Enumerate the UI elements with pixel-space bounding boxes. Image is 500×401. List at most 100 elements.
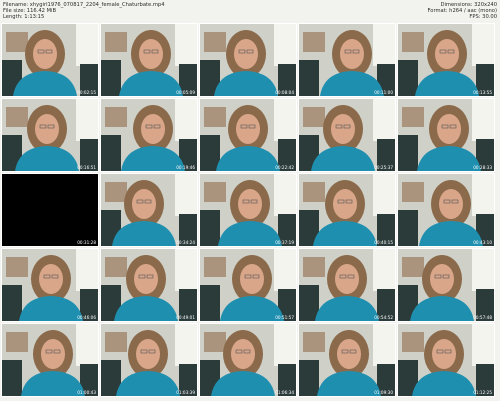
video-frame-thumbnail[interactable]: 00:28:33 [397,98,495,172]
shelf [105,182,127,202]
frame-image [200,99,296,171]
window-light [76,324,98,366]
video-frame-thumbnail[interactable]: 00:57:48 [397,248,495,322]
shelf [204,332,226,352]
frame-image [101,174,197,246]
video-frame-thumbnail[interactable]: 00:40:15 [298,173,396,247]
thumbnail-grid: 00:02:15 00:05:09 00:08:04 00:11:00 00:13:55… [1,23,499,400]
shelf [303,257,325,277]
frame-image [398,249,494,321]
face [340,39,364,69]
face [236,114,260,144]
video-frame-thumbnail[interactable]: 01:00:43 [1,323,99,397]
window-light [373,24,395,66]
frame-image [299,99,395,171]
window-light [175,174,197,216]
frame-timestamp: 01:09:30 [374,390,393,395]
video-frame-thumbnail[interactable]: 00:02:15 [1,23,99,97]
face [136,339,160,369]
video-frame-thumbnail[interactable]: 00:11:00 [298,23,396,97]
window-light [373,324,395,366]
shelf [105,257,127,277]
chair-left [2,285,22,321]
chair-left [299,360,319,396]
video-frame-thumbnail[interactable]: 01:09:30 [298,323,396,397]
chair-left [101,60,121,96]
video-frame-thumbnail[interactable]: 00:46:06 [1,248,99,322]
video-frame-thumbnail[interactable]: 00:16:51 [1,98,99,172]
face [134,264,158,294]
window-light [76,99,98,141]
shelf [105,32,127,52]
video-frame-thumbnail[interactable]: 00:49:01 [100,248,198,322]
frame-timestamp: 00:08:04 [275,90,294,95]
frame-timestamp: 00:28:33 [473,165,492,170]
shelf [6,257,28,277]
frame-timestamp: 00:34:24 [176,240,195,245]
face [41,339,65,369]
frame-image [101,24,197,96]
video-frame-thumbnail[interactable]: 01:03:39 [100,323,198,397]
video-frame-thumbnail[interactable]: 00:08:04 [199,23,297,97]
chair-left [101,135,121,171]
shelf [105,332,127,352]
video-frame-thumbnail[interactable]: 01:06:34 [199,323,297,397]
chair-left [200,285,220,321]
shelf [303,332,325,352]
frame-timestamp: 01:06:34 [275,390,294,395]
frame-image [2,324,98,396]
video-frame-thumbnail[interactable]: 00:13:55 [397,23,495,97]
video-frame-thumbnail[interactable]: 00:25:37 [298,98,396,172]
window-light [274,249,296,291]
frame-image [200,249,296,321]
chair-left [398,210,418,246]
frame-image [299,324,395,396]
file-info-right: Dimensions: 320x240 Format: h264 / aac (… [427,2,497,21]
window-light [373,99,395,141]
video-frame-thumbnail[interactable]: 00:37:19 [199,173,297,247]
video-frame-thumbnail[interactable]: 00:54:52 [298,248,396,322]
window-light [76,249,98,291]
shelf [204,257,226,277]
frame-image [2,99,98,171]
video-frame-thumbnail[interactable]: 00:51:57 [199,248,297,322]
face [437,114,461,144]
frame-timestamp: 00:51:57 [275,315,294,320]
shelf [105,107,127,127]
video-frame-thumbnail[interactable]: 00:05:09 [100,23,198,97]
video-frame-thumbnail[interactable]: 00:43:10 [397,173,495,247]
shelf [6,32,28,52]
frame-timestamp: 00:31:28 [77,240,96,245]
fps-text: FPS: 30.00 [469,14,497,21]
file-info-left: Filename: xhygirl1976_070817_2204_female… [3,2,165,21]
shelf [303,32,325,52]
chair-left [200,210,220,246]
length-text: Length: 1:13:15 [3,14,45,21]
video-frame-thumbnail[interactable]: 00:19:46 [100,98,198,172]
chair-left [398,60,418,96]
window-light [472,249,494,291]
frame-image [2,24,98,96]
video-frame-thumbnail[interactable]: 01:12:25 [397,323,495,397]
face [331,114,355,144]
face [333,189,357,219]
frame-timestamp: 00:43:10 [473,240,492,245]
frame-image [299,249,395,321]
video-frame-thumbnail[interactable]: 00:34:24 [100,173,198,247]
face [35,114,59,144]
window-light [472,324,494,366]
frame-image [200,174,296,246]
chair-left [299,60,319,96]
shelf [204,107,226,127]
video-frame-thumbnail[interactable]: 00:22:42 [199,98,297,172]
face [432,339,456,369]
frame-image [101,99,197,171]
shelf [6,332,28,352]
frame-timestamp: 00:05:09 [176,90,195,95]
video-frame-thumbnail[interactable]: 00:31:28 [1,173,99,247]
face [39,264,63,294]
frame-image [398,174,494,246]
window-light [175,324,197,366]
chair-left [299,285,319,321]
face [240,264,264,294]
